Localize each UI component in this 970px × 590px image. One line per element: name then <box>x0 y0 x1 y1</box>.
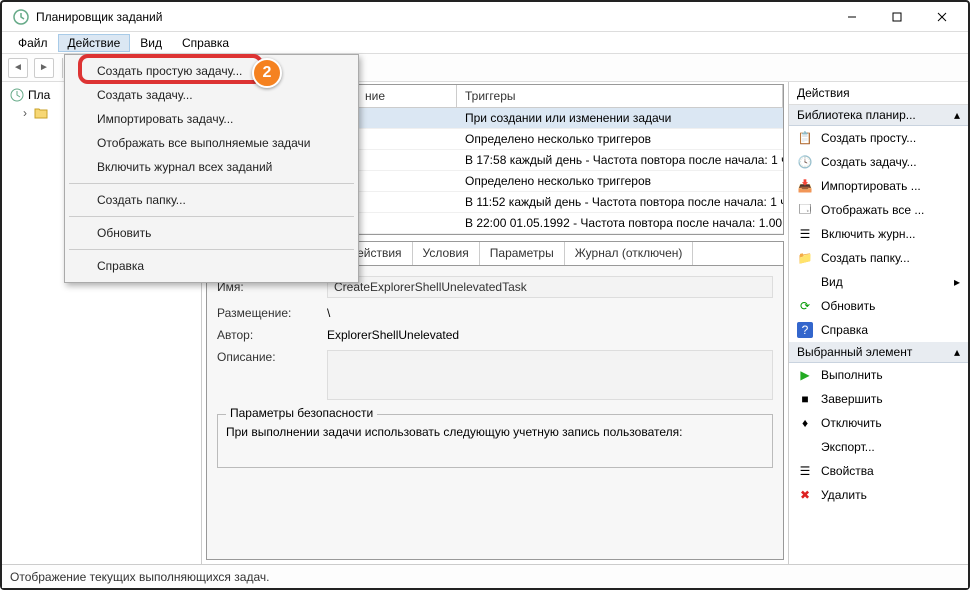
menu-separator <box>69 216 354 217</box>
action-refresh[interactable]: ⟳Обновить <box>789 294 968 318</box>
stop-icon: ■ <box>797 391 813 407</box>
security-legend: Параметры безопасности <box>226 406 377 420</box>
tree-root-label: Пла <box>28 88 50 102</box>
menu-action[interactable]: Действие <box>58 34 131 52</box>
import-icon: 📥 <box>797 178 813 194</box>
menu-new-folder[interactable]: Создать папку... <box>67 188 356 212</box>
status-text: Отображение текущих выполняющихся задач. <box>10 570 269 584</box>
menu-bar: Файл Действие Вид Справка <box>2 32 968 54</box>
status-bar: Отображение текущих выполняющихся задач. <box>2 564 968 588</box>
maximize-button[interactable] <box>874 3 919 31</box>
actions-section-library[interactable]: Библиотека планир...▴ <box>789 105 968 126</box>
disable-icon: ♦ <box>797 415 813 431</box>
annotation-badge: 2 <box>252 58 282 88</box>
menu-file[interactable]: Файл <box>8 34 58 52</box>
window-title: Планировщик заданий <box>36 10 829 24</box>
tab-conditions[interactable]: Условия <box>413 242 480 265</box>
running-icon: 🗔 <box>797 202 813 218</box>
menu-show-running[interactable]: Отображать все выполняемые задачи <box>67 131 356 155</box>
menu-help[interactable]: Справка <box>172 34 239 52</box>
actions-header: Действия <box>789 82 968 105</box>
collapse-icon: ▴ <box>954 108 960 122</box>
action-export[interactable]: Экспорт... <box>789 435 968 459</box>
help-icon: ? <box>797 322 813 338</box>
newfolder-icon: 📁 <box>797 250 813 266</box>
task-scheduler-icon <box>12 8 30 26</box>
action-view[interactable]: Вид▸ <box>789 270 968 294</box>
collapse-icon: ▴ <box>954 345 960 359</box>
menu-create-simple[interactable]: Создать простую задачу... <box>67 59 356 83</box>
action-show-running[interactable]: 🗔Отображать все ... <box>789 198 968 222</box>
refresh-icon: ⟳ <box>797 298 813 314</box>
action-props[interactable]: ☰Свойства <box>789 459 968 483</box>
delete-icon: ✖ <box>797 487 813 503</box>
title-bar: Планировщик заданий <box>2 2 968 32</box>
menu-help-item[interactable]: Справка <box>67 254 356 278</box>
task-icon: 🕓 <box>797 154 813 170</box>
action-disable[interactable]: ♦Отключить <box>789 411 968 435</box>
action-help[interactable]: ?Справка <box>789 318 968 342</box>
author-label: Автор: <box>217 328 327 342</box>
tab-settings[interactable]: Параметры <box>480 242 565 265</box>
security-text: При выполнении задачи использовать следу… <box>226 425 764 439</box>
menu-separator <box>69 183 354 184</box>
tab-history[interactable]: Журнал (отключен) <box>565 242 694 265</box>
location-value: \ <box>327 306 330 320</box>
action-enable-log[interactable]: ☰Включить журн... <box>789 222 968 246</box>
forward-button[interactable]: ► <box>34 58 54 78</box>
menu-enable-log[interactable]: Включить журнал всех заданий <box>67 155 356 179</box>
log-icon: ☰ <box>797 226 813 242</box>
menu-separator <box>69 249 354 250</box>
action-import[interactable]: 📥Импортировать ... <box>789 174 968 198</box>
clock-icon <box>10 88 24 102</box>
col-triggers[interactable]: Триггеры <box>457 85 783 107</box>
actions-pane: Действия Библиотека планир...▴ 📋Создать … <box>788 82 968 564</box>
close-button[interactable] <box>919 3 964 31</box>
action-create-task[interactable]: 🕓Создать задачу... <box>789 150 968 174</box>
action-delete[interactable]: ✖Удалить <box>789 483 968 507</box>
minimize-button[interactable] <box>829 3 874 31</box>
chevron-right-icon: › <box>20 106 30 120</box>
back-button[interactable]: ◄ <box>8 58 28 78</box>
name-value: CreateExplorerShellUnelevatedTask <box>327 276 773 298</box>
menu-import-task[interactable]: Импортировать задачу... <box>67 107 356 131</box>
menu-view[interactable]: Вид <box>130 34 172 52</box>
tab-general-body: Имя:CreateExplorerShellUnelevatedTask Ра… <box>206 265 784 560</box>
window-controls <box>829 3 964 31</box>
action-new-folder[interactable]: 📁Создать папку... <box>789 246 968 270</box>
author-value: ExplorerShellUnelevated <box>327 328 459 342</box>
action-create-simple[interactable]: 📋Создать просту... <box>789 126 968 150</box>
toolbar-divider <box>62 58 63 78</box>
play-icon: ▶ <box>797 367 813 383</box>
properties-icon: ☰ <box>797 463 813 479</box>
chevron-right-icon: ▸ <box>954 275 960 289</box>
col-state[interactable]: ние <box>357 85 457 107</box>
security-fieldset: Параметры безопасности При выполнении за… <box>217 414 773 468</box>
menu-create-task[interactable]: Создать задачу... <box>67 83 356 107</box>
desc-value <box>327 350 773 400</box>
folder-icon <box>34 107 48 119</box>
location-label: Размещение: <box>217 306 327 320</box>
action-end[interactable]: ■Завершить <box>789 387 968 411</box>
menu-refresh[interactable]: Обновить <box>67 221 356 245</box>
wizard-icon: 📋 <box>797 130 813 146</box>
actions-section-selected[interactable]: Выбранный элемент▴ <box>789 342 968 363</box>
action-menu-dropdown: Создать простую задачу... Создать задачу… <box>64 54 359 283</box>
action-run[interactable]: ▶Выполнить <box>789 363 968 387</box>
desc-label: Описание: <box>217 350 327 364</box>
